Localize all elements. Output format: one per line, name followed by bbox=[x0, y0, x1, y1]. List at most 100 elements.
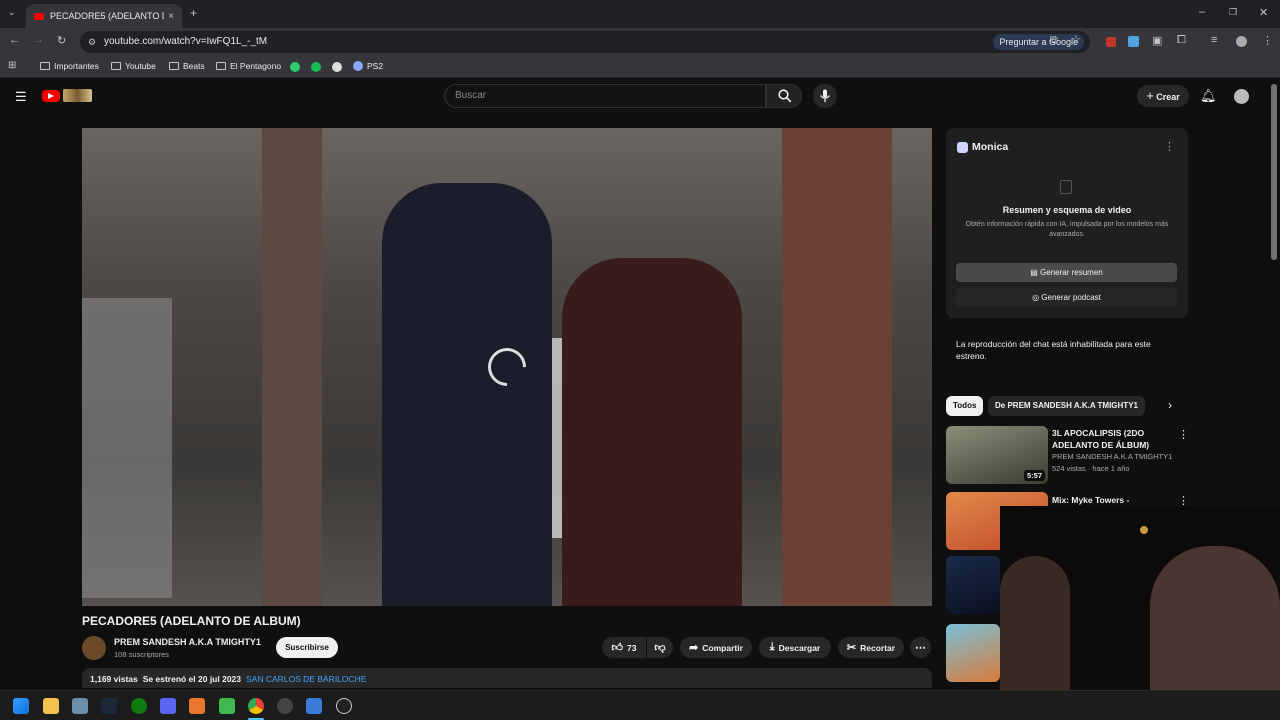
create-button[interactable]: + Crear bbox=[1137, 85, 1189, 107]
bookmark-importantes[interactable]: Importantes bbox=[40, 61, 99, 71]
steam-icon[interactable] bbox=[101, 698, 117, 714]
summary-label: Generar resumen bbox=[1040, 268, 1103, 277]
more-actions-button[interactable]: ⋯ bbox=[910, 637, 931, 658]
back-icon[interactable]: ← bbox=[9, 34, 20, 46]
download-button[interactable]: ⤓ Descargar bbox=[759, 637, 831, 658]
omnibox[interactable]: ⚙ youtube.com/watch?v=IwFQ1L_-_tM Pregun… bbox=[80, 31, 1090, 53]
rec-meta: 524 vistas · hace 1 año bbox=[1052, 464, 1130, 473]
tab-active[interactable]: PECADORE5 (ADELANTO DE ALBUM) × bbox=[26, 4, 182, 28]
create-label: Crear bbox=[1156, 92, 1180, 102]
bookmark-label: PS2 bbox=[367, 61, 384, 71]
bookmark-youtube[interactable]: Youtube bbox=[111, 61, 156, 71]
site-info-icon[interactable]: ⚙ bbox=[88, 31, 96, 53]
rec-title[interactable]: 3L APOCALIPSIS (2DO ADELANTO DE ÁLBUM) bbox=[1052, 427, 1170, 451]
media-player-icon[interactable] bbox=[336, 698, 352, 714]
account-avatar[interactable] bbox=[1234, 89, 1249, 104]
person-figure bbox=[382, 183, 552, 606]
clip-button[interactable]: ✂ Recortar bbox=[838, 637, 904, 658]
app-icon[interactable] bbox=[277, 698, 293, 714]
monica-heading: Resumen y esquema de video bbox=[1002, 205, 1132, 215]
cast-icon[interactable]: ⧉ bbox=[1050, 34, 1058, 47]
rec-thumbnail[interactable] bbox=[946, 624, 1000, 682]
extension-icon[interactable] bbox=[1128, 36, 1139, 47]
generate-summary-button[interactable]: ▤ Generar resumen bbox=[956, 263, 1177, 282]
profile-avatar[interactable] bbox=[1236, 36, 1247, 47]
bookmark-app-icon[interactable] bbox=[290, 62, 300, 72]
new-tab-button[interactable]: + bbox=[190, 6, 197, 20]
chip-channel[interactable]: De PREM SANDESH A.K.A TMIGHTY1 bbox=[988, 396, 1145, 416]
monica-logo-icon bbox=[957, 142, 968, 153]
folder-icon bbox=[169, 62, 179, 70]
ps2-icon bbox=[353, 61, 363, 71]
spotify-icon[interactable] bbox=[311, 62, 321, 72]
chip-next-icon[interactable]: › bbox=[1168, 398, 1172, 412]
chip-todos[interactable]: Todos bbox=[946, 396, 984, 416]
share-button[interactable]: ➦ Compartir bbox=[680, 637, 752, 658]
tab-search-icon[interactable]: ⌄ bbox=[8, 7, 16, 18]
bookmarks-bar: ⊞ Importantes Youtube Beats El Pentagono… bbox=[0, 56, 1280, 78]
discord-icon[interactable] bbox=[160, 698, 176, 714]
minimize-icon[interactable]: – bbox=[1199, 6, 1205, 18]
channel-avatar[interactable] bbox=[82, 636, 106, 660]
close-window-icon[interactable]: ✕ bbox=[1259, 6, 1268, 19]
hamburger-menu-icon[interactable]: ☰ bbox=[15, 89, 27, 105]
download-icon: ⤓ bbox=[769, 641, 775, 653]
rec-menu-icon[interactable]: ⋮ bbox=[1178, 428, 1189, 441]
bookmark-app-icon[interactable] bbox=[332, 62, 342, 72]
subscribe-button[interactable]: Suscribirse bbox=[276, 637, 338, 658]
rec-thumbnail[interactable]: 5:57 bbox=[946, 426, 1048, 484]
reload-icon[interactable]: ↻ bbox=[57, 34, 66, 47]
app-icon[interactable] bbox=[219, 698, 235, 714]
subscriber-count: 108 suscriptores bbox=[114, 650, 170, 659]
podcast-label: Generar podcast bbox=[1041, 293, 1101, 302]
bookmark-el-pentagono[interactable]: El Pentagono bbox=[216, 61, 281, 71]
scissors-icon: ✂ bbox=[846, 642, 857, 654]
bookmark-label: Importantes bbox=[54, 61, 99, 71]
apps-grid-icon[interactable]: ⊞ bbox=[8, 60, 16, 71]
bookmark-label: Youtube bbox=[125, 61, 156, 71]
chrome-menu-icon[interactable]: ⋮ bbox=[1262, 34, 1273, 47]
tab-close-icon[interactable]: × bbox=[168, 11, 174, 22]
folder-icon bbox=[216, 62, 226, 70]
extension-icon[interactable]: ▣ bbox=[1152, 34, 1162, 47]
summary-icon: ▤ bbox=[1030, 268, 1041, 277]
bookmark-beats[interactable]: Beats bbox=[169, 61, 205, 71]
rec-thumbnail[interactable] bbox=[946, 556, 1000, 614]
bookmark-ps2[interactable]: PS2 bbox=[353, 61, 383, 71]
xbox-icon[interactable] bbox=[131, 698, 147, 714]
extension-icon[interactable] bbox=[1106, 37, 1116, 47]
search-placeholder: Buscar bbox=[455, 90, 487, 101]
search-input[interactable]: Buscar bbox=[444, 84, 766, 108]
channel-name[interactable]: PREM SANDESH A.K.A TMIGHTY1 bbox=[114, 637, 261, 647]
file-explorer-icon[interactable] bbox=[43, 698, 59, 714]
bookmark-star-icon[interactable]: ☆ bbox=[1071, 33, 1081, 46]
monica-menu-icon[interactable]: ⋮ bbox=[1164, 140, 1175, 153]
generate-podcast-button[interactable]: ◎ Generar podcast bbox=[956, 288, 1177, 307]
search-button[interactable] bbox=[766, 84, 802, 108]
like-button[interactable]: 👍︎ 73 bbox=[602, 637, 646, 658]
maximize-icon[interactable]: ❐ bbox=[1229, 7, 1237, 18]
extensions-puzzle-icon[interactable]: ⧠ bbox=[1177, 34, 1186, 47]
rec-title[interactable]: Mix: Myke Towers - bbox=[1052, 494, 1170, 506]
youtube-logo[interactable] bbox=[42, 89, 92, 103]
calculator-icon[interactable] bbox=[72, 698, 88, 714]
bookmark-label: El Pentagono bbox=[230, 61, 282, 71]
play-triangle-icon bbox=[48, 93, 54, 99]
forward-icon[interactable]: → bbox=[33, 34, 44, 46]
location-link[interactable]: SAN CARLOS DE BARILOCHE bbox=[246, 674, 366, 684]
voice-search-button[interactable] bbox=[813, 84, 837, 108]
tab-title: PECADORE5 (ADELANTO DE ALBUM) bbox=[50, 11, 164, 21]
rec-channel[interactable]: PREM SANDESH A.K.A TMIGHTY1 bbox=[1052, 451, 1182, 462]
fl-studio-icon[interactable] bbox=[189, 698, 205, 714]
notepad-icon[interactable] bbox=[306, 698, 322, 714]
more-dots-icon: ⋯ bbox=[915, 642, 926, 654]
page-scrollbar[interactable] bbox=[1271, 84, 1277, 260]
dislike-button[interactable]: 👎︎ bbox=[647, 637, 673, 658]
video-player[interactable] bbox=[82, 128, 932, 606]
start-windows-icon[interactable] bbox=[13, 698, 29, 714]
graffiti-wall bbox=[82, 298, 172, 598]
notifications-bell-icon[interactable]: 🔔︎ bbox=[1200, 88, 1217, 104]
chrome-icon[interactable] bbox=[248, 698, 264, 714]
reading-list-icon[interactable]: ≡ bbox=[1211, 34, 1217, 46]
description-box[interactable]: 1,169 vistas Se estrenó el 20 jul 2023 S… bbox=[82, 668, 932, 688]
